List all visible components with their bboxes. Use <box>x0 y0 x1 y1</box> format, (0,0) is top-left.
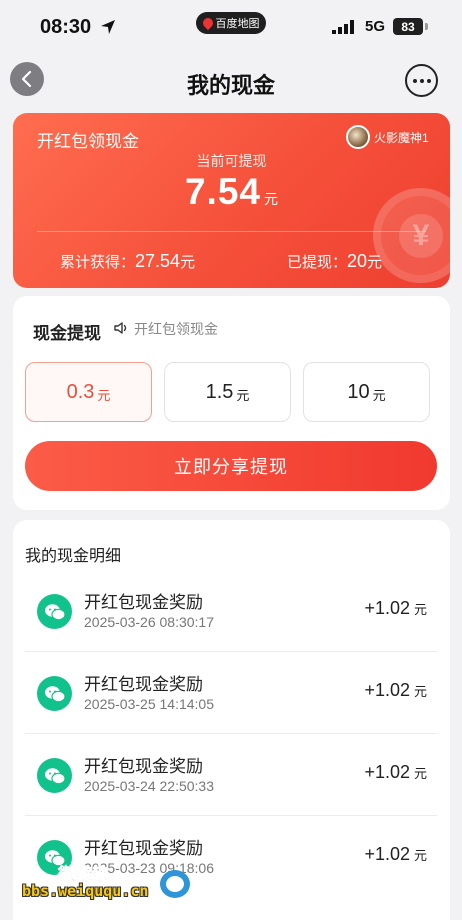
list-item[interactable]: 开红包现金奖励 2025-03-25 14:14:05 +1.02 元 <box>25 652 437 734</box>
available-amount-unit: 元 <box>264 191 278 207</box>
swim-ring-icon <box>160 870 190 898</box>
record-amount: +1.02 元 <box>364 598 427 619</box>
amount-option-0[interactable]: 0.3 元 <box>25 362 152 422</box>
record-amount-unit: 元 <box>413 848 427 863</box>
record-amount: +1.02 元 <box>364 844 427 865</box>
total-earned-value: 27.54 <box>135 251 181 271</box>
record-time: 2025-03-26 08:30:17 <box>84 614 214 630</box>
record-time: 2025-03-25 14:14:05 <box>84 696 214 712</box>
amount-option-unit: 元 <box>97 387 111 403</box>
cash-summary-card: ¥ 开红包领现金 火影魔神1 当前可提现 7.54 元 累计获得：27.54元 已… <box>13 113 450 288</box>
avatar <box>346 125 370 149</box>
withdraw-title: 现金提现 <box>33 324 101 343</box>
record-amount-unit: 元 <box>413 602 427 617</box>
available-amount-value: 7.54 <box>184 171 261 212</box>
withdrawn-unit: 元 <box>366 254 382 271</box>
watermark: 微趣趣 bbs.weiququ.cn <box>22 860 192 910</box>
watermark-url: bbs.weiququ.cn <box>22 882 149 900</box>
more-dot-icon <box>412 78 417 83</box>
amount-option-value: 10 <box>347 380 370 403</box>
record-amount-value: +1.02 <box>364 844 410 864</box>
record-title: 开红包现金奖励 <box>84 593 203 612</box>
record-title: 开红包现金奖励 <box>84 675 203 694</box>
total-earned: 累计获得：27.54元 <box>60 251 195 272</box>
amount-option-unit: 元 <box>372 387 386 403</box>
status-time: 08:30 <box>40 16 92 38</box>
wechat-icon <box>37 594 72 629</box>
record-amount: +1.02 元 <box>364 680 427 701</box>
record-amount-value: +1.02 <box>364 762 410 782</box>
map-pin-icon <box>200 15 215 31</box>
total-earned-label: 累计获得： <box>60 254 136 271</box>
withdraw-subtitle: 开红包领现金 <box>134 321 218 337</box>
detail-title: 我的现金明细 <box>25 548 122 565</box>
amount-option-2[interactable]: 10 元 <box>303 362 430 422</box>
record-title: 开红包现金奖励 <box>84 839 203 858</box>
battery-tip <box>425 23 428 30</box>
record-amount-unit: 元 <box>413 766 427 781</box>
active-app-label: 百度地图 <box>215 18 260 30</box>
more-dot-icon <box>419 78 424 83</box>
list-item[interactable]: 开红包现金奖励 2025-03-26 08:30:17 +1.02 元 <box>25 570 437 652</box>
card-divider <box>37 231 426 232</box>
card-brand: 开红包领现金 <box>37 132 139 151</box>
record-time: 2025-03-24 22:50:33 <box>84 778 214 794</box>
speaker-icon <box>114 322 127 334</box>
battery-level: 83 <box>401 19 415 34</box>
signal-icon <box>332 20 354 34</box>
list-item[interactable]: 开红包现金奖励 2025-03-24 22:50:33 +1.02 元 <box>25 734 437 816</box>
nav-bar: 我的现金 <box>0 54 462 108</box>
share-withdraw-button[interactable]: 立即分享提现 <box>25 441 437 491</box>
user-name: 火影魔神1 <box>374 131 429 145</box>
record-amount-unit: 元 <box>413 684 427 699</box>
battery-icon: 83 <box>393 18 423 35</box>
withdrawn-total: 已提现：20元 <box>287 251 382 272</box>
available-amount: 7.54 元 <box>13 171 450 213</box>
amount-option-value: 1.5 <box>205 380 234 403</box>
record-amount-value: +1.02 <box>364 680 410 700</box>
yuan-icon: ¥ <box>399 214 443 258</box>
network-type: 5G <box>365 18 386 35</box>
total-earned-unit: 元 <box>180 254 196 271</box>
page-title: 我的现金 <box>186 73 275 98</box>
amount-option-1[interactable]: 1.5 元 <box>164 362 291 422</box>
withdraw-panel: 现金提现 开红包领现金 0.3 元 1.5 元 10 元 立即分享提现 <box>13 296 450 510</box>
withdrawn-value: 20 <box>346 251 367 271</box>
record-amount-value: +1.02 <box>364 598 410 618</box>
location-arrow-icon <box>101 20 115 34</box>
record-title: 开红包现金奖励 <box>84 757 203 776</box>
record-amount: +1.02 元 <box>364 762 427 783</box>
available-label: 当前可提现 <box>196 153 267 169</box>
withdrawn-label: 已提现： <box>286 254 347 271</box>
wechat-icon <box>37 676 72 711</box>
more-options-button[interactable] <box>405 64 438 97</box>
amount-option-unit: 元 <box>236 387 250 403</box>
active-app-pill[interactable]: 百度地图 <box>196 12 266 34</box>
amount-option-value: 0.3 <box>66 380 95 403</box>
more-dot-icon <box>426 78 431 83</box>
wechat-icon <box>37 758 72 793</box>
status-bar: 08:30 百度地图 5G 83 <box>0 0 462 54</box>
